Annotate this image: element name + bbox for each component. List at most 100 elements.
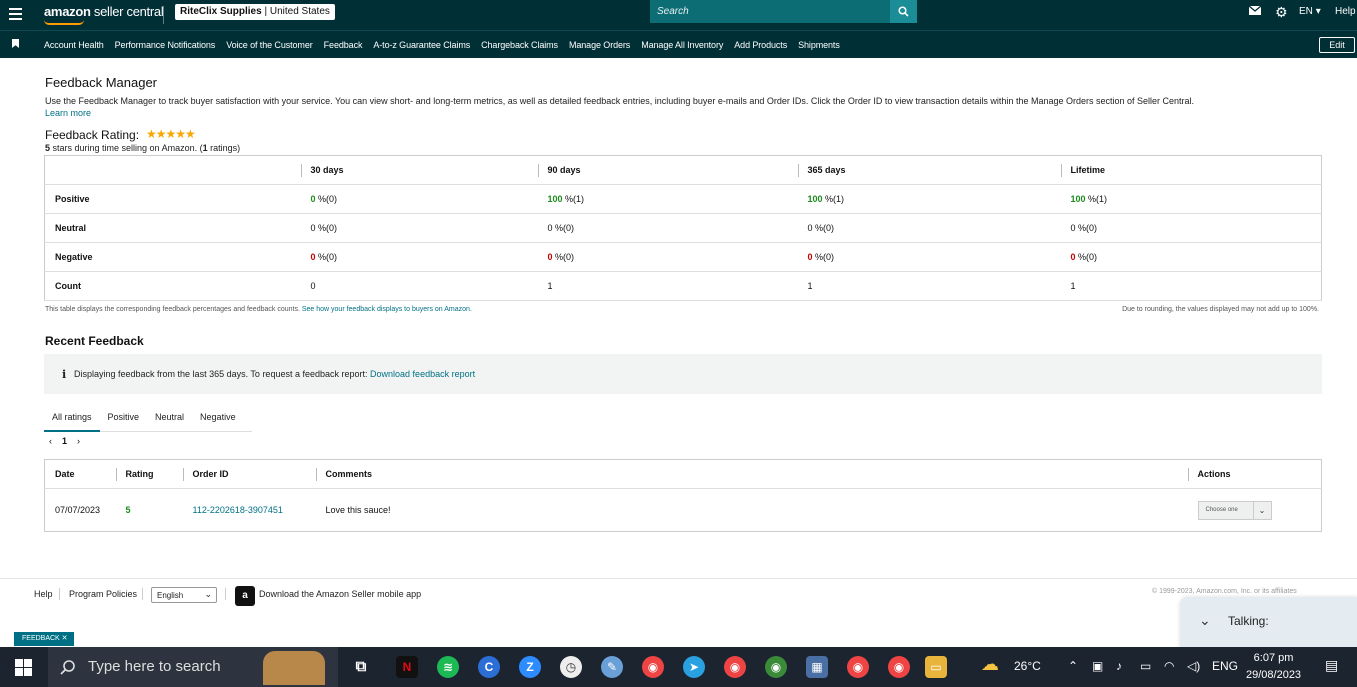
nav-shipments[interactable]: Shipments bbox=[798, 40, 840, 50]
windows-start-icon[interactable] bbox=[15, 659, 32, 676]
page-number[interactable]: 1 bbox=[62, 436, 67, 446]
stats-cell: 0 %(0) bbox=[797, 242, 1061, 272]
prev-page-icon[interactable]: ‹ bbox=[49, 436, 52, 446]
nav-chargeback-claims[interactable]: Chargeback Claims bbox=[481, 40, 558, 50]
action-select[interactable]: Choose one ⌄ bbox=[1197, 500, 1272, 520]
learn-more-link[interactable]: Learn more bbox=[45, 108, 91, 118]
chevron-down-icon: ⌄ bbox=[204, 589, 212, 599]
nav-bar: Account Health Performance Notifications… bbox=[0, 30, 1357, 58]
wifi-icon[interactable]: ◠ bbox=[1164, 659, 1174, 673]
stats-suffix: %(0) bbox=[1075, 223, 1098, 233]
search-button[interactable] bbox=[890, 0, 917, 23]
tab-all-ratings[interactable]: All ratings bbox=[44, 404, 100, 432]
telegram-icon[interactable]: ➤ bbox=[683, 656, 705, 678]
volume-icon[interactable]: ◁) bbox=[1187, 659, 1200, 673]
gear-icon[interactable]: ⚙ bbox=[1275, 4, 1288, 21]
chrome-profile-m-icon[interactable]: ◉ bbox=[724, 656, 746, 678]
language-selector[interactable]: EN ▾ bbox=[1299, 6, 1321, 17]
nav-account-health[interactable]: Account Health bbox=[44, 40, 104, 50]
program-policies-link[interactable]: Program Policies bbox=[69, 589, 137, 599]
nav-add-products[interactable]: Add Products bbox=[734, 40, 787, 50]
zoom-icon[interactable]: Z bbox=[519, 656, 541, 678]
taskbar-search[interactable]: Type here to search bbox=[48, 647, 338, 687]
header-date: Date bbox=[44, 459, 116, 489]
task-view-icon[interactable]: ⧉ bbox=[350, 656, 372, 678]
netflix-icon[interactable]: N bbox=[396, 656, 418, 678]
help-link[interactable]: Help bbox=[1335, 6, 1356, 17]
order-id-link[interactable]: 112-2202618-3907451 bbox=[183, 489, 316, 532]
header-actions-label: Actions bbox=[1197, 469, 1231, 479]
temperature[interactable]: 26°C bbox=[1014, 659, 1041, 673]
edit-nav-button[interactable]: Edit bbox=[1319, 37, 1355, 53]
divider bbox=[225, 588, 226, 600]
calculator-icon[interactable]: ▦ bbox=[806, 656, 828, 678]
clock-time: 6:07 pm bbox=[1253, 652, 1294, 664]
stats-cell: 100 %(1) bbox=[537, 184, 798, 214]
notifications-icon[interactable]: ▤ bbox=[1325, 657, 1338, 674]
col-header: Lifetime bbox=[1060, 155, 1322, 185]
microphone-icon[interactable]: ♪ bbox=[1116, 659, 1122, 673]
download-report-link[interactable]: Download feedback report bbox=[370, 369, 475, 379]
store-switcher[interactable]: RiteClix Supplies | United States bbox=[175, 4, 335, 20]
chrome-profile-r-icon[interactable]: ◉ bbox=[888, 656, 910, 678]
chrome-profile-s-icon[interactable]: ◉ bbox=[847, 656, 869, 678]
see-how-link[interactable]: See how your feedback displays to buyers… bbox=[302, 306, 472, 313]
copyright: © 1999-2023, Amazon.com, Inc. or its aff… bbox=[1152, 588, 1297, 595]
feedback-tag[interactable]: FEEDBACK ✕ bbox=[14, 632, 74, 646]
footer-help-link[interactable]: Help bbox=[34, 589, 53, 599]
footer-language-select[interactable]: English ⌄ bbox=[151, 587, 217, 603]
col-lifetime: Lifetime bbox=[1070, 165, 1106, 175]
chevron-up-icon[interactable]: ⌃ bbox=[1068, 659, 1078, 673]
weather-icon[interactable]: ☁ bbox=[981, 654, 999, 675]
header-comments-label: Comments bbox=[325, 469, 373, 479]
bookmark-icon[interactable] bbox=[12, 39, 19, 48]
nav-voice-of-customer[interactable]: Voice of the Customer bbox=[226, 40, 313, 50]
chrome-icon[interactable]: ◉ bbox=[642, 656, 664, 678]
stats-cell: 0 %(0) bbox=[300, 242, 538, 272]
canva-icon[interactable]: C bbox=[478, 656, 500, 678]
stats-cell: 0 bbox=[300, 271, 538, 301]
nav-performance-notifications[interactable]: Performance Notifications bbox=[115, 40, 216, 50]
top-header: amazon seller central RiteClix Supplies … bbox=[0, 0, 1357, 30]
battery-icon[interactable]: ▭ bbox=[1140, 659, 1151, 673]
stats-suffix: %(0) bbox=[315, 252, 338, 262]
stats-cell: 0 %(0) bbox=[1060, 242, 1322, 272]
table-row: 07/07/2023 5 112-2202618-3907451 Love th… bbox=[45, 489, 1322, 532]
logo-main: amazon bbox=[44, 4, 91, 19]
feedback-rating-label: Feedback Rating: bbox=[45, 128, 140, 142]
intro-text: Use the Feedback Manager to track buyer … bbox=[45, 95, 1325, 119]
mobile-app-link[interactable]: Download the Amazon Seller mobile app bbox=[259, 589, 421, 599]
talking-panel[interactable]: ⌄ Talking: bbox=[1180, 597, 1357, 648]
paint-icon[interactable]: ✎ bbox=[601, 656, 623, 678]
stats-row-label: Positive bbox=[44, 184, 301, 214]
tab-positive[interactable]: Positive bbox=[100, 404, 148, 432]
menu-icon[interactable] bbox=[9, 8, 22, 20]
tab-negative[interactable]: Negative bbox=[192, 404, 244, 432]
nav-feedback[interactable]: Feedback bbox=[324, 40, 363, 50]
seller-central-logo[interactable]: amazon seller central bbox=[44, 4, 164, 19]
system-clock[interactable]: 6:07 pm 29/08/2023 bbox=[1246, 650, 1301, 684]
stats-cell: 100 %(1) bbox=[797, 184, 1061, 214]
windows-taskbar: Type here to search ⧉ N ≋ C Z ◷ ✎ ◉ ➤ ◉ … bbox=[0, 647, 1357, 687]
stats-row: Count 0 1 1 1 bbox=[44, 271, 1322, 301]
header-order-id: Order ID bbox=[182, 459, 316, 489]
search-input[interactable] bbox=[650, 0, 890, 23]
file-explorer-icon[interactable]: ▭ bbox=[925, 656, 947, 678]
mail-icon[interactable] bbox=[1248, 5, 1262, 18]
stats-row-label: Count bbox=[44, 271, 301, 301]
clock-app-icon[interactable]: ◷ bbox=[560, 656, 582, 678]
nav-manage-inventory[interactable]: Manage All Inventory bbox=[641, 40, 723, 50]
meet-icon[interactable]: ▣ bbox=[1092, 659, 1103, 673]
stats-cell: 100 %(1) bbox=[1060, 184, 1322, 214]
chevron-down-icon[interactable]: ⌄ bbox=[1199, 612, 1211, 629]
chrome-profile-l-icon[interactable]: ◉ bbox=[765, 656, 787, 678]
nav-atoz-claims[interactable]: A-to-z Guarantee Claims bbox=[373, 40, 470, 50]
next-page-icon[interactable]: › bbox=[77, 436, 80, 446]
tab-neutral[interactable]: Neutral bbox=[147, 404, 192, 432]
keyboard-language[interactable]: ENG bbox=[1212, 659, 1238, 673]
stats-cell: 1 bbox=[1060, 271, 1322, 301]
nav-manage-orders[interactable]: Manage Orders bbox=[569, 40, 630, 50]
stats-body: Positive 0 %(0) 100 %(1) 100 %(1) 100 %(1) Ne… bbox=[44, 184, 1322, 301]
col-90-days: 90 days bbox=[547, 165, 581, 175]
spotify-icon[interactable]: ≋ bbox=[437, 656, 459, 678]
